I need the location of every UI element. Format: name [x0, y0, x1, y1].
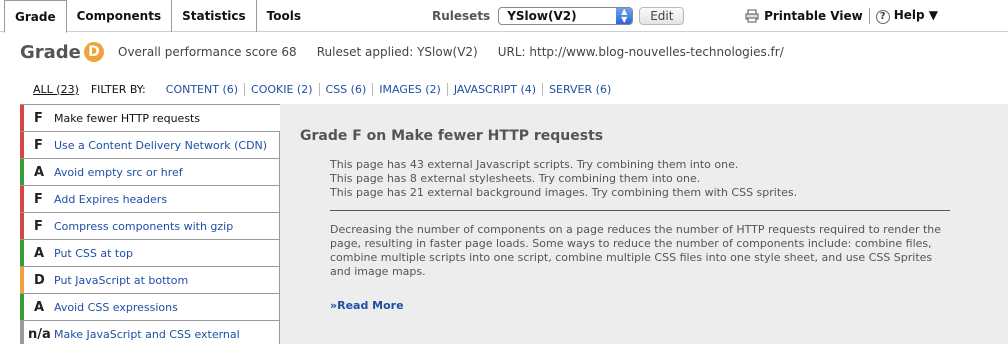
filter-by-label: FILTER BY: [90, 82, 146, 96]
read-more-link[interactable]: »Read More [330, 299, 404, 312]
rule-grade: A [34, 164, 45, 180]
rule-name: Add Expires headers [54, 192, 168, 206]
rule-item[interactable]: F Use a Content Delivery Network (CDN) [20, 132, 280, 159]
tab-grade[interactable]: Grade [4, 0, 67, 33]
printable-view-label: Printable View [764, 8, 863, 23]
tab-label: Components [76, 9, 162, 23]
overall-score: Overall performance score 68 [118, 45, 297, 59]
filter-all[interactable]: ALL (23) [33, 83, 79, 96]
tab-statistics[interactable]: Statistics [172, 0, 257, 32]
detail-title: Grade F on Make fewer HTTP requests [300, 128, 604, 144]
rule-grade: D [34, 272, 45, 288]
rule-grade: F [34, 110, 43, 126]
filter-javascript[interactable]: JAVASCRIPT (4) [448, 82, 544, 96]
grade-heading: Grade D [20, 39, 104, 65]
divider [330, 210, 950, 211]
rulesets-control: Rulesets YSlow(V2) ▲ ▼ Edit [432, 6, 685, 26]
rule-item[interactable]: F Compress components with gzip [20, 213, 280, 240]
help-menu[interactable]: ? Help ▼ [875, 8, 938, 24]
select-arrows-icon: ▲ ▼ [616, 8, 633, 24]
filter-images[interactable]: IMAGES (2) [373, 82, 448, 96]
ruleset-select[interactable]: YSlow(V2) ▲ ▼ [498, 7, 634, 25]
top-right-links: Printable View ? Help ▼ [745, 6, 938, 26]
grade-color-bar [20, 159, 24, 185]
filter-cookie[interactable]: COOKIE (2) [245, 82, 320, 96]
rule-name: Use a Content Delivery Network (CDN) [54, 138, 268, 152]
rule-name: Compress components with gzip [54, 219, 234, 233]
rule-name: Put JavaScript at bottom [54, 273, 189, 287]
detail-description: Decreasing the number of components on a… [330, 223, 942, 278]
divider [868, 8, 870, 24]
filter-content[interactable]: CONTENT (6) [160, 82, 246, 96]
tab-tools[interactable]: Tools [257, 0, 311, 32]
main-tabs: Grade Components Statistics Tools [4, 0, 311, 33]
tab-components[interactable]: Components [67, 0, 173, 32]
grade-color-bar [20, 132, 24, 158]
edit-ruleset-button[interactable]: Edit [639, 7, 685, 25]
grade-summary: Overall performance score 68 Ruleset app… [118, 45, 804, 59]
detail-message: This page has 43 external Javascript scr… [330, 158, 739, 171]
filter-css[interactable]: CSS (6) [320, 82, 374, 96]
rule-item[interactable]: A Avoid empty src or href [20, 159, 280, 186]
rule-item[interactable]: A Avoid CSS expressions [20, 294, 280, 321]
grade-color-bar [20, 267, 24, 293]
rule-item[interactable]: n/a Make JavaScript and CSS external [20, 321, 280, 344]
grade-word: Grade [20, 41, 81, 63]
grade-color-bar [20, 321, 24, 344]
help-label: Help ▼ [893, 8, 938, 22]
ruleset-applied: Ruleset applied: YSlow(V2) [316, 45, 478, 59]
help-icon: ? [875, 10, 890, 24]
tab-label: Statistics [182, 9, 246, 23]
grade-color-bar [20, 294, 24, 320]
grade-color-bar [20, 213, 24, 239]
grade-color-bar [20, 105, 24, 131]
rule-name: Make fewer HTTP requests [54, 111, 201, 125]
ruleset-selected-value: YSlow(V2) [507, 9, 577, 23]
printable-view-link[interactable]: Printable View [745, 9, 863, 24]
rule-item[interactable]: F Make fewer HTTP requests [20, 105, 280, 132]
rule-grade: A [34, 245, 45, 261]
page-url: URL: http://www.blog-nouvelles-technolog… [497, 45, 784, 59]
rule-item[interactable]: F Add Expires headers [20, 186, 280, 213]
rules-list: F Make fewer HTTP requests F Use a Content … [20, 104, 280, 344]
printer-icon [745, 9, 759, 23]
detail-message: This page has 8 external stylesheets. Tr… [330, 172, 701, 185]
rule-name: Avoid empty src or href [54, 165, 183, 179]
tab-label: Grade [15, 10, 56, 24]
filter-bar: ALL (23) FILTER BY: CONTENT (6) COOKIE (… [33, 81, 617, 97]
detail-message: This page has 21 external background ima… [330, 186, 798, 199]
rulesets-label: Rulesets [432, 9, 491, 23]
rule-item[interactable]: D Put JavaScript at bottom [20, 267, 280, 294]
rule-detail-panel: Grade F on Make fewer HTTP requests This… [280, 104, 1008, 344]
rule-grade: F [34, 191, 43, 207]
rule-grade: n/a [28, 326, 51, 342]
grade-color-bar [20, 186, 24, 212]
rule-grade: F [34, 137, 43, 153]
filter-server[interactable]: SERVER (6) [543, 83, 617, 96]
rule-grade: A [34, 299, 45, 315]
rule-name: Avoid CSS expressions [54, 300, 178, 314]
grade-color-bar [20, 240, 24, 266]
rule-name: Make JavaScript and CSS external [54, 327, 240, 341]
top-toolbar: Grade Components Statistics Tools Rulese… [0, 0, 1008, 33]
rule-item[interactable]: A Put CSS at top [20, 240, 280, 267]
detail-messages: This page has 43 external Javascript scr… [330, 158, 797, 200]
overall-grade-badge: D [83, 42, 104, 62]
tab-label: Tools [266, 9, 302, 23]
rule-name: Put CSS at top [54, 246, 133, 260]
rule-grade: F [34, 218, 43, 234]
